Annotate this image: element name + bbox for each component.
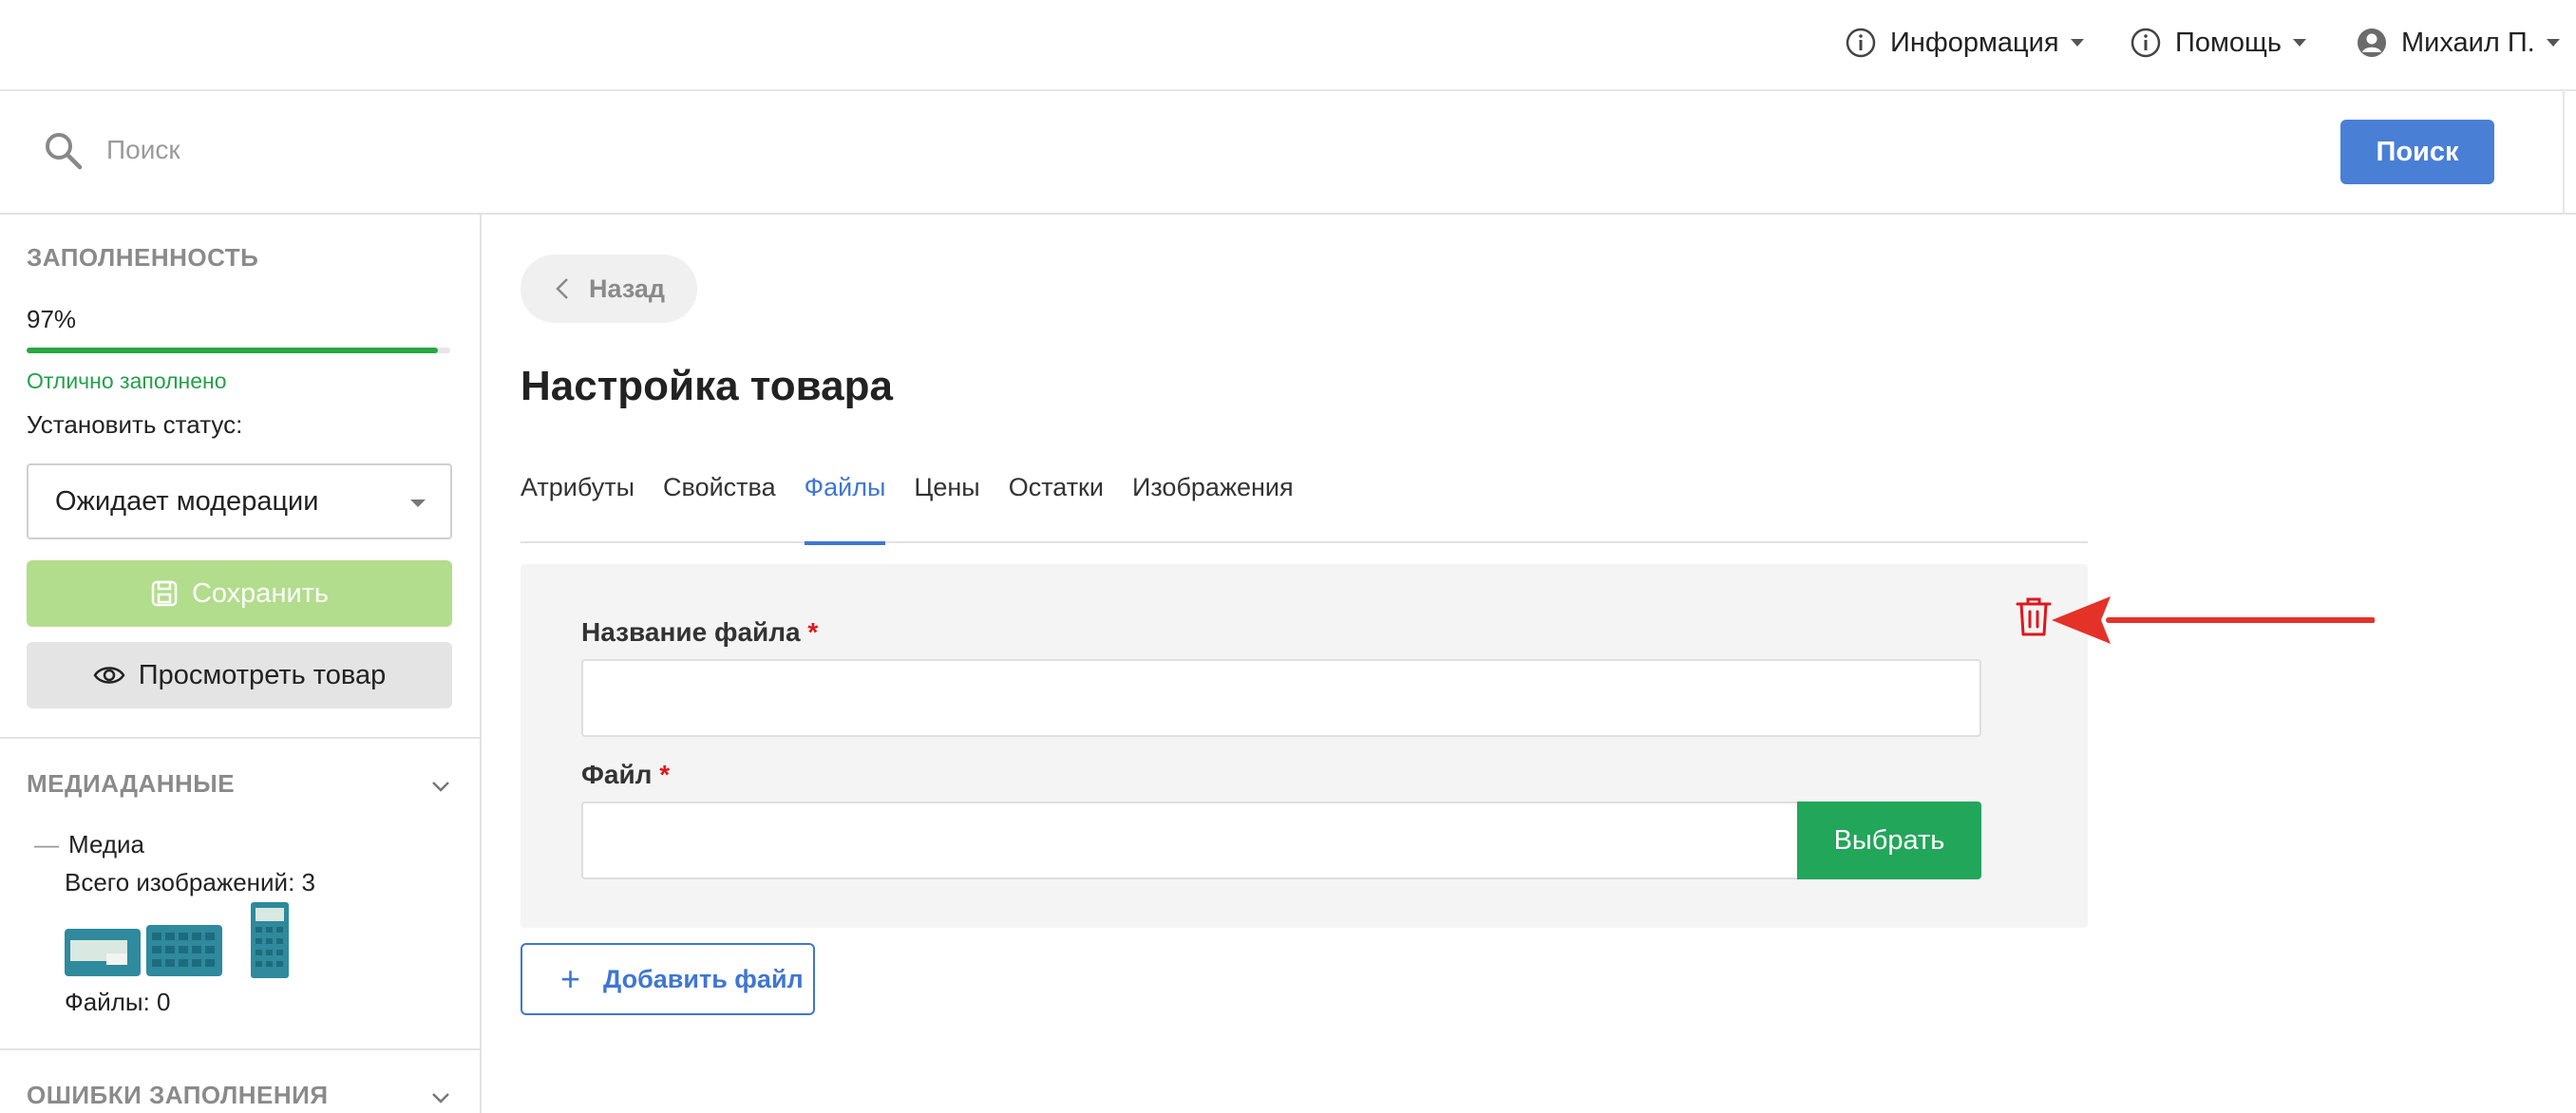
file-name-label-text: Название файла [581, 617, 801, 647]
help-menu-label: Помощь [2175, 27, 2282, 58]
chevron-left-icon [556, 278, 568, 299]
media-label: Медиа [68, 830, 144, 858]
search-button[interactable]: Поиск [2340, 120, 2494, 184]
file-card: Название файла * Файл * Выбрать [521, 564, 2088, 928]
chevron-down-icon [2293, 39, 2307, 47]
image-thumbnails [65, 902, 304, 978]
divider [0, 737, 480, 739]
media-heading[interactable]: МЕДИАДАННЫЕ [27, 769, 235, 799]
completeness-heading: ЗАПОЛНЕННОСТЬ [27, 243, 259, 272]
user-avatar-icon [2358, 28, 2386, 57]
annotation-arrow-icon [2052, 596, 2375, 644]
view-product-label: Просмотреть товар [138, 659, 387, 690]
tab-images[interactable]: Изображения [1132, 465, 1294, 543]
tab-prices[interactable]: Цены [914, 465, 979, 543]
file-name-input[interactable] [581, 659, 1981, 737]
progress-fill [27, 348, 438, 353]
completeness-progress-bar [27, 348, 450, 353]
help-menu[interactable]: Помощь [2130, 27, 2307, 59]
save-icon [151, 580, 178, 607]
chevron-down-icon [410, 500, 426, 507]
save-button-label: Сохранить [191, 577, 330, 609]
add-file-button[interactable]: + Добавить файл [521, 943, 815, 1015]
search-icon [46, 133, 83, 170]
chevron-down-icon [2546, 39, 2560, 47]
files-count: Файлы: 0 [65, 988, 171, 1016]
errors-heading[interactable]: ОШИБКИ ЗАПОЛНЕНИЯ [27, 1081, 329, 1110]
user-menu[interactable]: Михаил П. [2356, 27, 2560, 59]
file-name-label: Название файла * [581, 617, 818, 648]
divider [0, 1048, 480, 1050]
page-title: Настройка товара [521, 363, 893, 409]
view-product-button[interactable]: Просмотреть товар [27, 642, 452, 708]
product-thumbnail[interactable] [146, 923, 222, 978]
status-select-value: Ожидает модерации [55, 485, 319, 517]
info-menu-label: Информация [1890, 27, 2059, 58]
file-path-input[interactable] [581, 802, 1799, 879]
choose-file-button[interactable]: Выбрать [1797, 802, 1981, 879]
help-icon [2131, 28, 2161, 58]
media-tree-item: — Медиа [34, 830, 144, 858]
divider [2563, 91, 2565, 215]
user-menu-label: Михаил П. [2401, 27, 2535, 58]
back-button-label: Назад [589, 274, 666, 303]
file-label-text: Файл [581, 760, 653, 789]
info-icon [1846, 28, 1876, 58]
sidebar: ЗАПОЛНЕННОСТЬ 97% Отлично заполнено Уста… [0, 215, 482, 1113]
chevron-down-icon[interactable] [429, 1086, 452, 1109]
completeness-percent: 97% [27, 305, 77, 333]
status-select[interactable]: Ожидает модерации [27, 463, 452, 539]
required-mark: * [807, 617, 819, 647]
fill-status-text: Отлично заполнено [27, 368, 227, 393]
product-thumbnail[interactable] [228, 902, 304, 978]
add-file-label: Добавить файл [603, 964, 804, 993]
tab-stock[interactable]: Остатки [1009, 465, 1104, 543]
tabs: Атрибуты Свойства Файлы Цены Остатки Изо… [521, 465, 2088, 545]
set-status-label: Установить статус: [27, 410, 243, 439]
chevron-down-icon[interactable] [429, 775, 452, 798]
required-mark: * [659, 760, 671, 789]
tab-attributes[interactable]: Атрибуты [521, 465, 635, 543]
search-bar: Поиск [0, 91, 2576, 215]
info-menu[interactable]: Информация [1845, 27, 2084, 59]
save-button[interactable]: Сохранить [27, 560, 452, 627]
product-thumbnail[interactable] [65, 925, 141, 978]
chevron-down-icon [2070, 39, 2084, 47]
tab-properties[interactable]: Свойства [663, 465, 776, 543]
top-navbar: Информация Помощь Михаил П. [0, 0, 2576, 91]
plus-icon: + [560, 959, 581, 998]
search-input[interactable] [106, 120, 1531, 180]
back-button[interactable]: Назад [521, 255, 697, 323]
file-label: Файл * [581, 760, 670, 790]
tab-files[interactable]: Файлы [804, 465, 885, 545]
eye-icon [93, 667, 125, 684]
trash-icon[interactable] [2014, 594, 2054, 638]
images-total: Всего изображений: 3 [65, 868, 315, 896]
